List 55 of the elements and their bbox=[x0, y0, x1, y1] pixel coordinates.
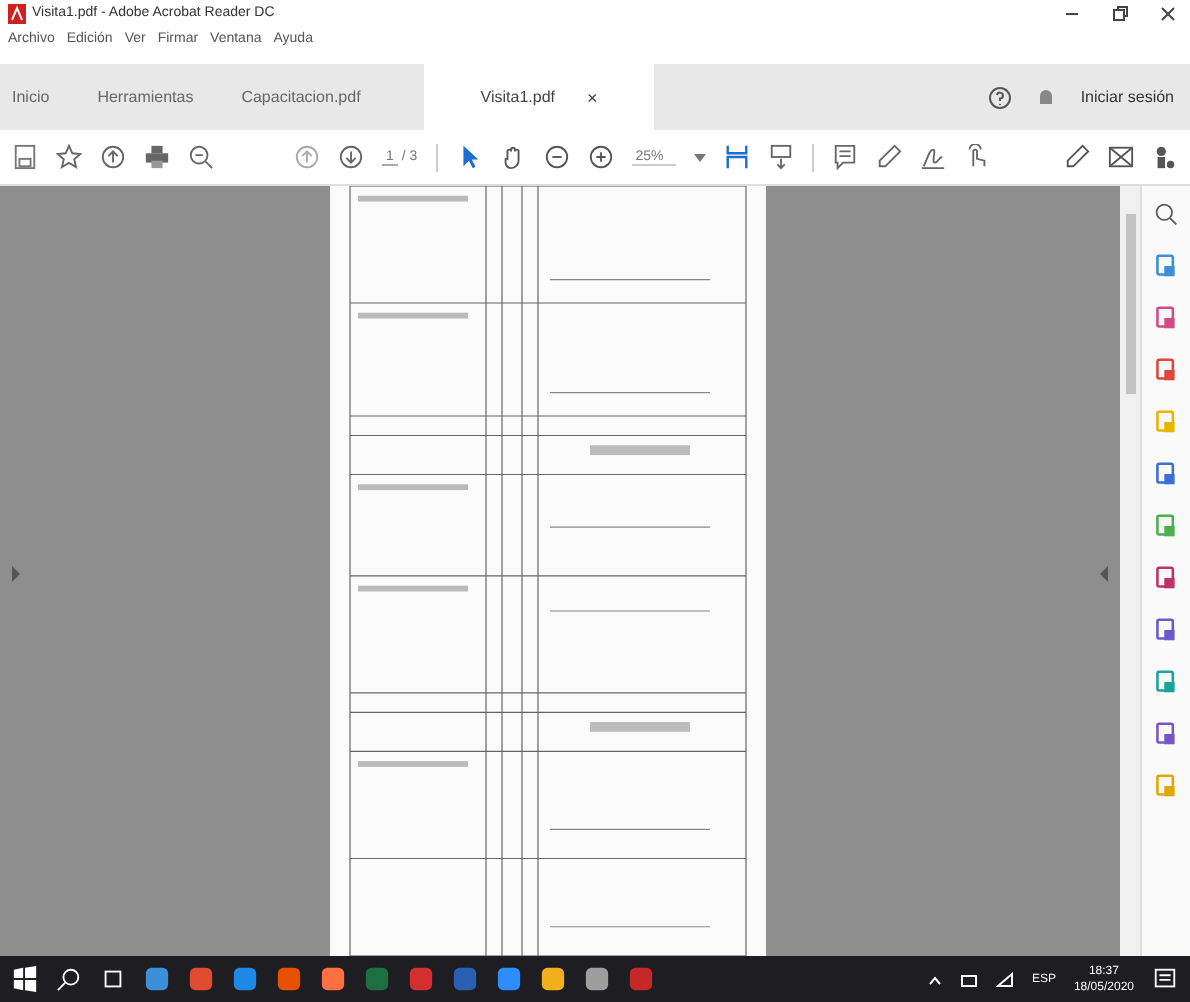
star-icon[interactable] bbox=[56, 144, 82, 170]
tool-icon[interactable] bbox=[1154, 514, 1178, 538]
fit-page-icon[interactable] bbox=[723, 144, 750, 170]
mail-icon[interactable] bbox=[1108, 144, 1134, 170]
search-icon[interactable] bbox=[1154, 202, 1178, 226]
hand-icon[interactable] bbox=[499, 144, 526, 170]
upload-icon[interactable] bbox=[100, 144, 126, 170]
save-icon[interactable] bbox=[12, 144, 38, 170]
windows-start-icon[interactable] bbox=[12, 966, 38, 992]
network-icon[interactable] bbox=[959, 971, 978, 987]
tool-icon[interactable] bbox=[1154, 618, 1178, 642]
taskbar-app-icon[interactable] bbox=[276, 966, 302, 992]
tab[interactable]: Herramientas bbox=[73, 64, 218, 130]
volume-icon[interactable] bbox=[995, 971, 1014, 987]
user-icon[interactable] bbox=[1152, 144, 1178, 170]
touch-icon[interactable] bbox=[963, 144, 990, 170]
taskbar-app-icon[interactable] bbox=[144, 966, 170, 992]
scrollbar[interactable] bbox=[1120, 186, 1140, 956]
task-view-icon[interactable] bbox=[100, 966, 126, 992]
tool-icon[interactable] bbox=[1154, 566, 1178, 590]
taskbar-app-icon[interactable] bbox=[540, 966, 566, 992]
caret-icon[interactable] bbox=[693, 151, 706, 163]
close-icon[interactable] bbox=[1158, 3, 1178, 23]
restore-icon[interactable] bbox=[1110, 3, 1130, 23]
zoom-out-search-icon[interactable] bbox=[188, 144, 214, 170]
taskbar-app-icon[interactable] bbox=[584, 966, 610, 992]
tab[interactable]: Capacitacion.pdf bbox=[217, 64, 385, 130]
taskbar-app-icon[interactable] bbox=[320, 966, 346, 992]
notification-icon[interactable] bbox=[1152, 966, 1178, 992]
bell-icon[interactable] bbox=[1036, 85, 1057, 109]
comment-icon[interactable] bbox=[831, 144, 858, 170]
help-icon[interactable] bbox=[988, 85, 1013, 109]
tool-icon[interactable] bbox=[1154, 670, 1178, 694]
tool-icon[interactable] bbox=[1154, 306, 1178, 330]
tool-icon[interactable] bbox=[1154, 722, 1178, 746]
sign-icon[interactable] bbox=[919, 144, 946, 170]
pen-settings-icon[interactable] bbox=[1064, 144, 1090, 170]
taskbar-app-icon[interactable] bbox=[232, 966, 258, 992]
chevron-up-icon[interactable] bbox=[927, 973, 942, 985]
sign-in-link[interactable]: Iniciar sesión bbox=[1080, 88, 1174, 106]
taskbar-app-icon[interactable] bbox=[188, 966, 214, 992]
tab[interactable]: Visita1.pdf × bbox=[424, 64, 654, 130]
print-icon[interactable] bbox=[144, 144, 170, 170]
tool-icon[interactable] bbox=[1154, 462, 1178, 486]
scroll-mode-icon[interactable] bbox=[767, 144, 794, 170]
zoom-out-icon[interactable] bbox=[543, 144, 570, 170]
next-page-icon[interactable] bbox=[338, 144, 364, 170]
zoom-in-icon[interactable] bbox=[587, 144, 614, 170]
pen-icon[interactable] bbox=[875, 144, 902, 170]
tool-icon[interactable] bbox=[1154, 254, 1178, 278]
search-icon[interactable] bbox=[56, 966, 82, 992]
taskbar-app-icon[interactable] bbox=[496, 966, 522, 992]
tab-close-button[interactable]: × bbox=[587, 87, 598, 107]
tool-icon[interactable] bbox=[1154, 358, 1178, 382]
tab[interactable]: Inicio bbox=[0, 64, 74, 130]
